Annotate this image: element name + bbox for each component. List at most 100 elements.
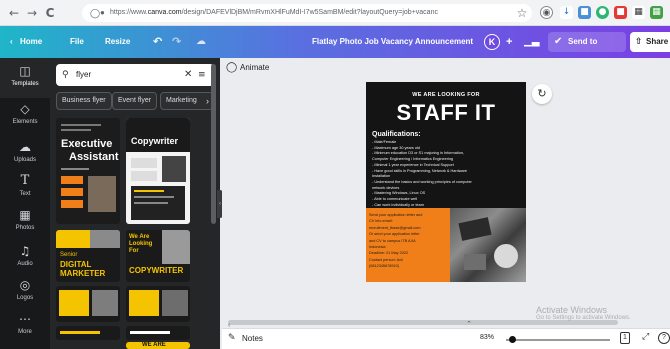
search-input[interactable]: ⚲ flyer ✕ ≡ xyxy=(56,64,214,86)
activate-windows-watermark: Activate Windows Go to Settings to activ… xyxy=(536,305,631,321)
lock-icon: ● xyxy=(100,8,105,17)
pages-toggle-icon[interactable]: ⌃ xyxy=(460,320,478,328)
thumb-photo xyxy=(162,156,186,182)
pocket-icon[interactable]: ◉ xyxy=(540,6,553,19)
watermark-subtitle: Go to Settings to activate Windows. xyxy=(536,315,631,321)
elements-icon: ◇ xyxy=(20,102,30,116)
url-bar[interactable]: ◯ ● https://www.canva.com/design/DAFEVlD… xyxy=(82,4,532,22)
rail-item-templates[interactable]: ◫ Templates xyxy=(0,58,50,98)
rail-item-photos[interactable]: ▦ Photos xyxy=(0,202,50,242)
thumb-text-line xyxy=(134,202,168,204)
template-thumb-digital-marketer[interactable]: Senior DIGITAL MARKETER xyxy=(56,230,120,282)
logos-icon: ◎ xyxy=(19,278,31,292)
insights-chart-icon[interactable]: ▁▃ xyxy=(524,26,539,58)
design-headline: STAFF IT xyxy=(396,100,496,125)
left-rail: ◫ Templates ◇ Elements ☁ Uploads T Text … xyxy=(0,58,50,349)
add-collaborator-icon[interactable]: + xyxy=(506,26,512,58)
template-thumb-row-b[interactable] xyxy=(126,326,190,340)
check-circle-icon: ✔ xyxy=(554,36,563,47)
extension-blue-icon[interactable]: ■ xyxy=(578,6,591,19)
templates-icon: ◫ xyxy=(19,64,31,78)
thumb-photo xyxy=(88,176,116,212)
extension-green-icon[interactable]: ● xyxy=(596,6,609,19)
workspace-photo xyxy=(450,208,526,282)
url-path: /design/DAFEVlDjBM/mRvmXHlFuMdI-I7w5SamB… xyxy=(181,9,438,16)
thumb-text-line xyxy=(61,129,91,131)
notes-button[interactable]: Notes xyxy=(242,334,263,343)
page-count-icon[interactable]: 1 xyxy=(620,332,630,344)
fullscreen-icon[interactable]: ⤢ xyxy=(642,332,649,342)
qualifications-title: Qualifications: xyxy=(372,131,421,138)
apply-line: (0812345678910) xyxy=(369,264,399,269)
template-thumb-row-a[interactable] xyxy=(56,326,120,340)
home-chevron-icon[interactable]: ‹ xyxy=(10,26,13,58)
extension-grid-icon[interactable]: ▦ xyxy=(650,6,663,19)
refresh-icon[interactable]: ↻ xyxy=(532,84,552,104)
zoom-slider[interactable] xyxy=(506,339,610,341)
template-thumb-yellow-b[interactable] xyxy=(126,286,190,322)
animate-icon: ◯ xyxy=(226,62,238,73)
redo-icon[interactable]: ↷ xyxy=(172,26,181,58)
template-thumb-we-are-looking[interactable]: We Are Looking For COPYWRITER xyxy=(126,230,190,282)
qualifications-list: - Male/Female - Maximum age 30 years old -… xyxy=(372,140,524,208)
thumb-yellow-block xyxy=(59,290,89,316)
chip-business-flyer[interactable]: Business flyer xyxy=(56,92,112,110)
thumb-text-line xyxy=(60,331,100,334)
zoom-slider-thumb[interactable] xyxy=(509,336,516,343)
zoom-level[interactable]: 83% xyxy=(480,334,494,341)
rail-item-label: Audio xyxy=(17,261,33,267)
rail-item-more[interactable]: ⋯ More xyxy=(0,306,50,346)
back-icon[interactable]: ← xyxy=(6,5,22,21)
filter-icon[interactable]: ≡ xyxy=(198,64,206,86)
thumb-yellow-block xyxy=(129,290,159,316)
thumb-text-line xyxy=(134,196,174,198)
forward-icon[interactable]: → xyxy=(24,5,40,21)
thumb-title: We Are Looking For xyxy=(129,234,153,254)
apply-text: Send your application letter and CV into … xyxy=(369,212,449,270)
help-icon[interactable]: ? xyxy=(658,332,670,344)
share-button[interactable]: ⇧ Share xyxy=(630,32,670,52)
design-title[interactable]: Flatlay Photo Job Vacancy Announcement xyxy=(312,26,473,58)
thumb-form-field xyxy=(131,158,157,168)
thumb-orange-block xyxy=(61,200,83,208)
undo-icon[interactable]: ↶ xyxy=(153,26,162,58)
animate-button[interactable]: ◯ Animate xyxy=(226,60,269,76)
rail-item-elements[interactable]: ◇ Elements xyxy=(0,96,50,136)
template-thumb-executive-assistant[interactable]: Executive Assistant xyxy=(56,118,120,224)
extension-red-icon[interactable]: ■ xyxy=(614,6,627,19)
thumb-label: Senior xyxy=(60,252,78,258)
file-menu[interactable]: File xyxy=(70,26,84,58)
resize-menu[interactable]: Resize xyxy=(105,26,130,58)
uploads-icon: ☁ xyxy=(19,140,31,154)
url-domain: canva.com xyxy=(147,9,182,16)
search-icon: ⚲ xyxy=(62,70,69,80)
thumb-form-field xyxy=(131,171,157,181)
download-icon[interactable]: ↓ xyxy=(560,6,573,19)
avatar[interactable]: K xyxy=(484,34,500,50)
thumb-photo xyxy=(92,290,118,316)
notes-icon[interactable]: ✎ xyxy=(228,333,236,343)
text-icon: T xyxy=(20,173,30,188)
home-button[interactable]: Home xyxy=(20,26,42,58)
cloud-save-icon[interactable]: ☁ xyxy=(196,26,206,58)
clear-search-icon[interactable]: ✕ xyxy=(184,64,192,86)
thumb-text-line xyxy=(61,124,101,126)
thumb-photo xyxy=(90,230,120,248)
template-thumb-we-are[interactable]: WE ARE xyxy=(126,342,190,349)
design-page[interactable]: WE ARE LOOKING FOR STAFF IT Qualificatio… xyxy=(366,82,526,282)
thumb-title: WE ARE xyxy=(142,342,166,348)
puzzle-icon[interactable]: ▦ xyxy=(632,6,645,19)
template-thumb-yellow-a[interactable] xyxy=(56,286,120,322)
photo-cup xyxy=(494,244,518,268)
bookmark-star-icon[interactable]: ☆ xyxy=(514,5,530,21)
panel-scrollbar[interactable] xyxy=(211,64,216,224)
photos-icon: ▦ xyxy=(19,208,31,222)
chip-event-flyer[interactable]: Event flyer xyxy=(112,92,158,110)
share-label: Share xyxy=(646,37,669,46)
rail-item-label: Logos xyxy=(16,295,34,301)
thumb-photo xyxy=(162,230,190,264)
template-thumb-copywriter[interactable]: Copywriter xyxy=(126,118,190,224)
thumb-title: DIGITAL MARKETER xyxy=(60,260,106,278)
reload-icon[interactable]: C xyxy=(42,5,58,21)
send-to-teacher-button[interactable]: ✔ Send to teacher xyxy=(548,32,626,66)
